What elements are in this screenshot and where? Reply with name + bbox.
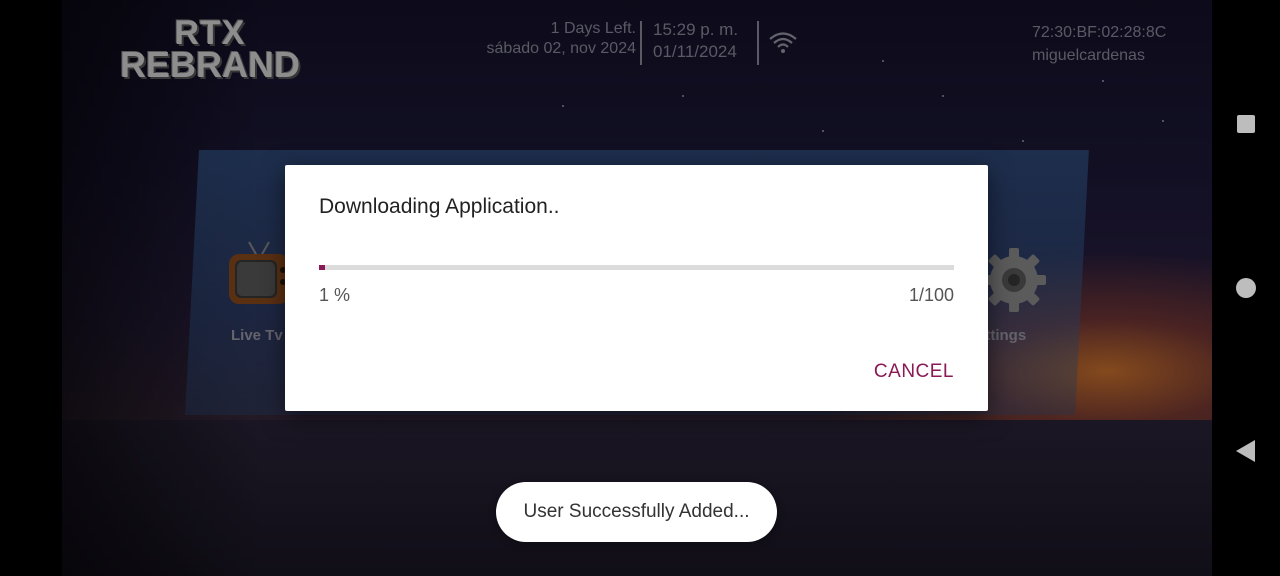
device-screen: RTX REBRAND 1 Days Left. sábado 02, nov … xyxy=(0,0,1280,576)
progress-bar xyxy=(319,265,954,270)
download-dialog: Downloading Application.. 1 % 1/100 CANC… xyxy=(285,165,988,411)
back-icon[interactable] xyxy=(1236,440,1255,462)
progress-percent: 1 % xyxy=(319,285,351,305)
home-icon[interactable] xyxy=(1236,278,1256,298)
recent-apps-icon[interactable] xyxy=(1237,115,1255,133)
toast-message: User Successfully Added... xyxy=(496,482,777,542)
progress-fill xyxy=(319,265,325,270)
progress-count: 1/100 xyxy=(908,285,954,305)
dialog-title: Downloading Application.. xyxy=(319,195,560,218)
cancel-button[interactable]: CANCEL xyxy=(874,361,954,383)
